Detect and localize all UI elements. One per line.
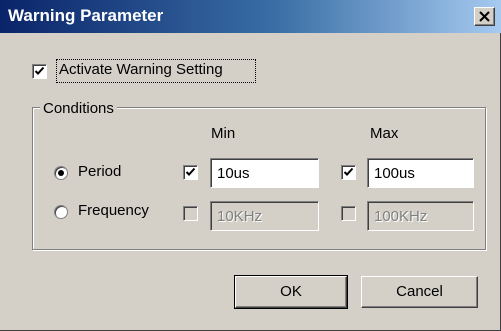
- conditions-group-title: Conditions: [40, 100, 117, 117]
- min-header: Min: [211, 125, 236, 142]
- frequency-min-input[interactable]: 10KHz: [210, 201, 319, 231]
- period-max-checkbox[interactable]: [341, 165, 356, 180]
- period-max-input[interactable]: 100us: [367, 158, 474, 188]
- ok-button[interactable]: OK: [234, 275, 348, 309]
- checkmark-icon: [34, 66, 45, 75]
- warning-parameter-dialog: Warning Parameter Activate Warning Setti…: [0, 0, 501, 331]
- period-min-checkbox[interactable]: [183, 165, 198, 180]
- frequency-min-checkbox[interactable]: [183, 206, 198, 221]
- title-bar[interactable]: Warning Parameter: [0, 0, 501, 33]
- frequency-max-input[interactable]: 100KHz: [367, 201, 474, 231]
- activate-warning-checkbox[interactable]: [32, 64, 47, 79]
- close-button[interactable]: [474, 7, 495, 26]
- window-title: Warning Parameter: [8, 6, 164, 25]
- period-radio[interactable]: [54, 166, 68, 180]
- max-header: Max: [370, 125, 399, 142]
- radio-selected-dot: [58, 170, 64, 176]
- close-icon: [479, 11, 490, 22]
- period-label[interactable]: Period: [78, 163, 121, 180]
- frequency-radio[interactable]: [54, 205, 68, 219]
- frequency-label[interactable]: Frequency: [78, 202, 149, 219]
- period-min-input[interactable]: 10us: [210, 158, 319, 188]
- checkmark-icon: [343, 167, 354, 176]
- frequency-max-checkbox[interactable]: [341, 206, 356, 221]
- cancel-button[interactable]: Cancel: [361, 276, 478, 308]
- activate-warning-label[interactable]: Activate Warning Setting: [59, 61, 223, 78]
- checkmark-icon: [185, 167, 196, 176]
